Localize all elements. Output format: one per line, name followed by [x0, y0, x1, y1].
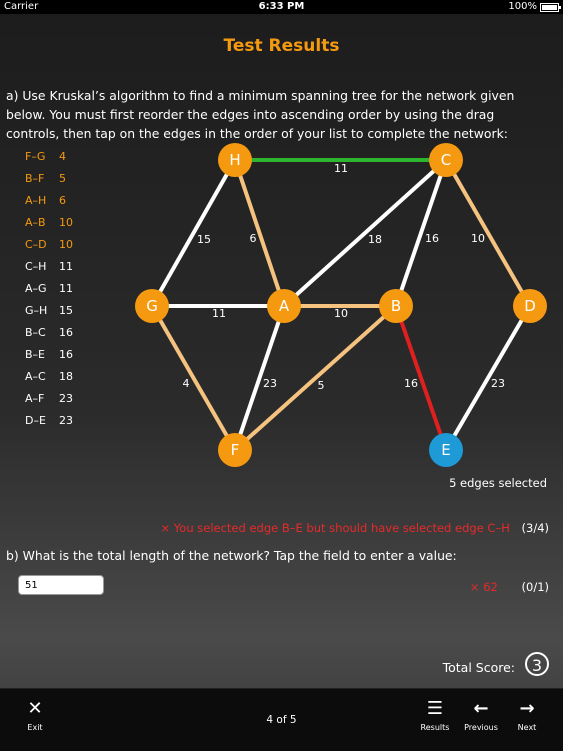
edge-weight-label: 11 [334, 162, 348, 175]
arrow-right-icon: → [519, 698, 535, 719]
edge-weight-label: 10 [471, 232, 485, 245]
total-score-value: 3 [525, 652, 549, 676]
node-label: F [231, 441, 240, 459]
total-score-label: Total Score: [442, 660, 515, 675]
edge-weight-label: 16 [404, 377, 418, 390]
edge-weight-label: 6 [250, 232, 257, 245]
edge-weight-label: 23 [263, 377, 277, 390]
feedback-b: × 62 (0/1) [470, 580, 549, 594]
edges-selected-count: 5 edges selected [449, 476, 547, 490]
node-label: A [279, 297, 290, 315]
edge-weight-label: 18 [368, 233, 382, 246]
node-label: B [391, 297, 401, 315]
results-label: Results [420, 723, 450, 732]
next-label: Next [517, 723, 537, 732]
network-edge-DE[interactable] [444, 304, 532, 452]
feedback-a-message: × You selected edge B–E but should have … [160, 521, 510, 535]
node-label: D [524, 297, 536, 315]
edge-weight-label: 5 [318, 379, 325, 392]
node-label: H [229, 151, 240, 169]
bottom-toolbar: ✕ Exit 4 of 5 ☰ Results ← Previous → Nex… [0, 688, 563, 751]
total-length-input[interactable] [18, 575, 104, 595]
edge-weight-label: 23 [491, 377, 505, 390]
edge-weight-label: 16 [425, 232, 439, 245]
feedback-b-correct: × 62 [469, 580, 498, 594]
network-edge-CD[interactable] [444, 159, 532, 307]
feedback-b-score: (0/1) [521, 580, 549, 594]
results-button[interactable]: ☰ Results [410, 697, 460, 732]
network-edge-GF[interactable] [150, 305, 237, 451]
next-button[interactable]: → Next [502, 697, 552, 732]
node-label: G [146, 297, 158, 315]
node-label: C [441, 151, 451, 169]
list-icon: ☰ [426, 698, 444, 719]
network-edge-HA[interactable] [233, 159, 286, 307]
edge-weight-label: 11 [212, 307, 226, 320]
edge-weight-label: 15 [197, 233, 211, 246]
node-label: E [441, 441, 450, 459]
previous-label: Previous [464, 723, 498, 732]
edge-weight-label: 4 [183, 377, 190, 390]
question-b-text: b) What is the total length of the netwo… [6, 548, 457, 563]
previous-button[interactable]: ← Previous [456, 697, 506, 732]
feedback-a: × You selected edge B–E but should have … [161, 521, 550, 535]
network-edge-HG[interactable] [150, 159, 237, 307]
edge-weight-label: 10 [334, 307, 348, 320]
arrow-left-icon: ← [473, 698, 489, 719]
feedback-a-score: (3/4) [521, 521, 549, 535]
